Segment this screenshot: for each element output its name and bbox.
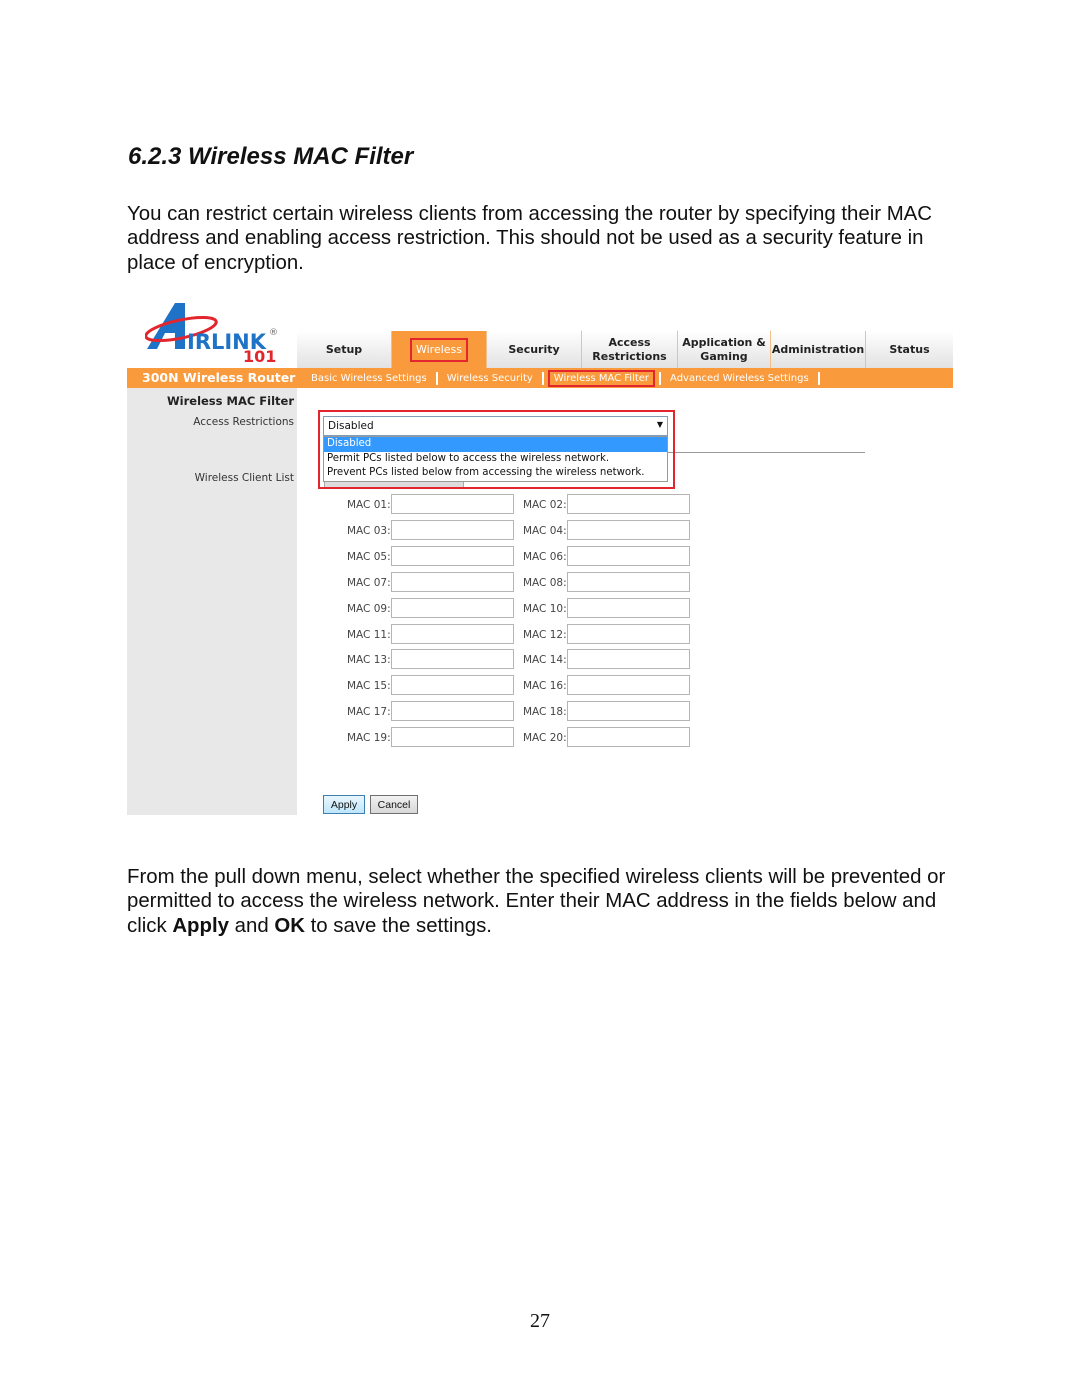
mac-label: MAC 05: [347, 550, 391, 563]
mac-label: MAC 04: [523, 524, 567, 537]
logo-registered-mark: ® [269, 328, 278, 338]
subtab-wireless-mac-filter[interactable]: Wireless MAC Filter [547, 369, 656, 387]
mac-label: MAC 20: [523, 732, 567, 745]
mac-label: MAC 14: [523, 654, 567, 667]
subnav-divider [541, 371, 544, 385]
mac-address-input[interactable] [567, 545, 690, 566]
mac-address-input[interactable] [391, 727, 514, 748]
tab-wireless[interactable]: Wireless [392, 331, 487, 368]
mac-address-input[interactable] [567, 571, 690, 592]
mac-address-input[interactable] [567, 649, 690, 670]
subnav-divider [435, 371, 438, 385]
mac-label: MAC 10: [523, 602, 567, 615]
mac-row: MAC 13: MAC 14: [347, 649, 747, 671]
mac-label: MAC 16: [523, 680, 567, 693]
tab-security[interactable]: Security [487, 331, 582, 368]
mac-address-input[interactable] [391, 519, 514, 540]
mac-row: MAC 03: MAC 04: [347, 519, 747, 542]
ok-emphasis: OK [274, 914, 305, 937]
mac-address-input[interactable] [567, 519, 690, 540]
section-heading: 6.2.3 Wireless MAC Filter [128, 143, 414, 170]
mac-address-input[interactable] [391, 675, 514, 696]
cancel-button[interactable]: Cancel [370, 795, 418, 814]
sub-nav-bar: 300N Wireless Router Basic Wireless Sett… [127, 368, 953, 388]
mac-address-input[interactable] [391, 545, 514, 566]
page-number: 27 [530, 1310, 550, 1332]
access-restrictions-label: Access Restrictions [193, 416, 294, 428]
mac-label: MAC 15: [347, 680, 391, 693]
mac-label: MAC 06: [523, 550, 567, 563]
mac-address-input[interactable] [391, 701, 514, 722]
logo-number: 101 [243, 347, 276, 363]
mac-address-input[interactable] [391, 649, 514, 670]
subnav-divider [659, 371, 662, 385]
mac-label: MAC 13: [347, 654, 391, 667]
tab-administration[interactable]: Administration [771, 331, 866, 368]
tab-status[interactable]: Status [866, 331, 953, 368]
mac-address-input[interactable] [567, 675, 690, 696]
mac-label: MAC 07: [347, 576, 391, 589]
mac-label: MAC 19: [347, 732, 391, 745]
mac-address-input[interactable] [391, 597, 514, 618]
dropdown-highlight-box [318, 410, 675, 489]
left-panel: Wireless MAC Filter Access Restrictions … [127, 388, 297, 815]
mac-address-input[interactable] [391, 494, 514, 514]
apply-emphasis: Apply [172, 914, 229, 937]
product-name: 300N Wireless Router [142, 370, 296, 385]
mac-address-input[interactable] [567, 494, 690, 514]
mac-address-input[interactable] [567, 623, 690, 644]
section-title: Wireless MAC Filter [166, 394, 294, 408]
tab-setup[interactable]: Setup [297, 331, 392, 368]
logo-a-shape [147, 303, 185, 349]
mac-row: MAC 01: MAC 02: [347, 494, 747, 516]
sub-nav: Basic Wireless Settings Wireless Securit… [306, 368, 824, 388]
mac-label: MAC 02: [523, 499, 567, 511]
mac-label: MAC 11: [347, 628, 391, 641]
main-nav: Setup Wireless Security Access Restricti… [297, 331, 953, 368]
divider-line [667, 452, 865, 453]
mac-address-input[interactable] [391, 623, 514, 644]
subtab-advanced-wireless-settings[interactable]: Advanced Wireless Settings [665, 373, 814, 384]
mac-row: MAC 09: MAC 10: [347, 597, 747, 620]
instructions-paragraph: From the pull down menu, select whether … [127, 866, 946, 937]
mac-row: MAC 07: MAC 08: [347, 571, 747, 594]
mac-label: MAC 03: [347, 524, 391, 537]
mac-address-input[interactable] [391, 571, 514, 592]
mac-label: MAC 12: [523, 628, 567, 641]
subtab-basic-wireless-settings[interactable]: Basic Wireless Settings [306, 373, 432, 384]
mac-row: MAC 11: MAC 12: [347, 623, 747, 646]
subnav-divider [817, 371, 820, 385]
wireless-client-list-label: Wireless Client List [194, 472, 294, 484]
mac-label: MAC 01: [347, 499, 391, 511]
mac-row: MAC 19: MAC 20: [347, 727, 747, 749]
mac-address-input[interactable] [567, 701, 690, 722]
mac-address-input[interactable] [567, 727, 690, 748]
mac-label: MAC 08: [523, 576, 567, 589]
mac-address-input[interactable] [567, 597, 690, 618]
mac-label: MAC 09: [347, 602, 391, 615]
apply-button[interactable]: Apply [323, 795, 365, 814]
mac-label: MAC 18: [523, 706, 567, 719]
tab-access-restrictions[interactable]: Access Restrictions [582, 331, 678, 368]
intro-paragraph: You can restrict certain wireless client… [127, 203, 933, 274]
airlink-logo: IRLINK ® 101 [145, 303, 278, 363]
mac-row: MAC 17: MAC 18: [347, 701, 747, 723]
mac-row: MAC 15: MAC 16: [347, 675, 747, 697]
mac-row: MAC 05: MAC 06: [347, 545, 747, 568]
subtab-wireless-security[interactable]: Wireless Security [442, 373, 538, 384]
mac-label: MAC 17: [347, 706, 391, 719]
router-screenshot: IRLINK ® 101 Setup Wireless Security Acc… [127, 295, 953, 815]
tab-application-gaming[interactable]: Application & Gaming [678, 331, 771, 368]
